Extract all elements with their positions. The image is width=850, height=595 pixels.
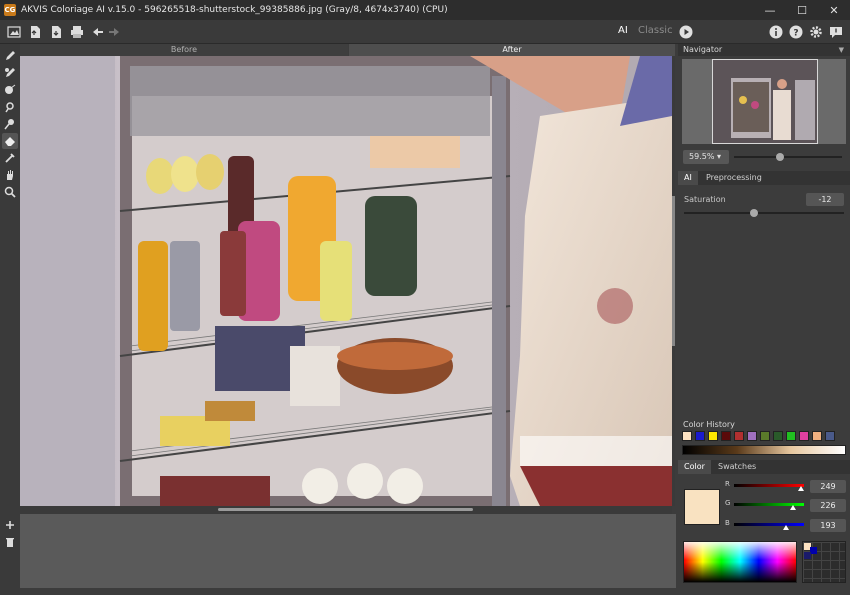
svg-text:?: ?: [793, 29, 798, 39]
vertical-scroll-thumb[interactable]: [672, 196, 675, 346]
green-slider-handle[interactable]: [790, 505, 796, 510]
tool-strip: [0, 44, 20, 595]
green-value-field[interactable]: 226: [810, 499, 846, 512]
title-bar: CG AKVIS Coloriage AI v.15.0 - 596265518…: [0, 0, 850, 20]
zoom-slider[interactable]: [734, 156, 842, 158]
red-value-field[interactable]: 249: [810, 480, 846, 493]
tab-color[interactable]: Color: [678, 460, 711, 474]
open-file-icon[interactable]: [27, 24, 43, 40]
color-history-swatch[interactable]: [708, 431, 718, 441]
grid-swatch[interactable]: [810, 547, 817, 554]
minimize-button[interactable]: —: [754, 0, 786, 20]
tab-after[interactable]: After: [349, 44, 675, 56]
feedback-icon[interactable]: [828, 24, 844, 40]
saturation-slider-handle[interactable]: [750, 209, 758, 217]
color-history-swatch[interactable]: [773, 431, 783, 441]
colorized-photo: [20, 56, 672, 506]
undo-icon[interactable]: [90, 24, 106, 40]
custom-swatch-grid[interactable]: [802, 541, 846, 583]
image-canvas[interactable]: [20, 56, 672, 506]
run-icon[interactable]: [678, 24, 694, 40]
green-channel-label: G: [725, 499, 731, 507]
tab-before[interactable]: Before: [20, 44, 348, 56]
right-panel: Navigator ▼ 59.5% ▾ AI Preprocessing Sat…: [678, 44, 850, 595]
maximize-button[interactable]: ☐: [786, 0, 818, 20]
color-history-swatch[interactable]: [825, 431, 835, 441]
saturation-label: Saturation: [684, 195, 726, 204]
color-tabs: Color Swatches: [678, 460, 850, 474]
mode-classic-tab[interactable]: Classic: [638, 25, 673, 36]
hand-icon[interactable]: [2, 167, 18, 183]
image-open-icon[interactable]: [6, 24, 22, 40]
settings-tabs: AI Preprocessing: [678, 171, 850, 185]
navigator-preview[interactable]: [682, 59, 846, 144]
current-color-preview[interactable]: [684, 489, 720, 525]
print-icon[interactable]: [69, 24, 85, 40]
color-history-swatch[interactable]: [734, 431, 744, 441]
navigator-thumbnail: [713, 60, 817, 143]
color-picker-icon[interactable]: [2, 116, 18, 132]
blue-channel-label: B: [725, 519, 730, 527]
keep-color-pencil-icon[interactable]: [2, 65, 18, 81]
saturation-value-field[interactable]: -12: [806, 193, 844, 206]
color-history-swatches: [682, 431, 838, 441]
add-plus-icon[interactable]: [2, 517, 18, 533]
blue-channel-slider[interactable]: [734, 523, 804, 526]
color-gradient-bar[interactable]: [682, 445, 846, 455]
tab-preprocessing[interactable]: Preprocessing: [700, 171, 768, 185]
main-toolbar: AI Classic ?: [0, 20, 850, 44]
chameleon-brush-icon[interactable]: [2, 82, 18, 98]
horizontal-scrollbar[interactable]: [20, 506, 672, 514]
eyedropper-icon[interactable]: [2, 150, 18, 166]
color-history-swatch[interactable]: [682, 431, 692, 441]
color-history-swatch[interactable]: [760, 431, 770, 441]
tab-swatches[interactable]: Swatches: [712, 460, 762, 474]
color-history-swatch[interactable]: [721, 431, 731, 441]
window-title: AKVIS Coloriage AI v.15.0 - 596265518-sh…: [21, 5, 448, 15]
blue-slider-handle[interactable]: [783, 525, 789, 530]
color-history-swatch[interactable]: [695, 431, 705, 441]
navigator-title: Navigator: [683, 45, 723, 54]
stroke-list-area[interactable]: [20, 514, 676, 588]
color-history-swatch[interactable]: [799, 431, 809, 441]
color-pencil-icon[interactable]: [2, 48, 18, 64]
info-icon[interactable]: [768, 24, 784, 40]
tab-ai[interactable]: AI: [678, 171, 698, 185]
red-channel-label: R: [725, 480, 730, 488]
grid-swatch[interactable]: [804, 552, 811, 559]
red-channel-slider[interactable]: [734, 484, 804, 487]
color-spectrum-picker[interactable]: [683, 541, 797, 583]
save-file-icon[interactable]: [48, 24, 64, 40]
blue-value-field[interactable]: 193: [810, 519, 846, 532]
navigator-header: Navigator ▼: [678, 44, 850, 56]
horizontal-scroll-thumb[interactable]: [218, 508, 473, 511]
collapse-icon[interactable]: ▼: [839, 44, 844, 56]
eraser-icon[interactable]: [2, 133, 18, 149]
close-button[interactable]: ✕: [818, 0, 850, 20]
color-history-swatch[interactable]: [786, 431, 796, 441]
zoom-slider-handle[interactable]: [776, 153, 784, 161]
help-icon[interactable]: ?: [788, 24, 804, 40]
zoom-dropdown[interactable]: 59.5% ▾: [683, 150, 729, 164]
color-history-swatch[interactable]: [812, 431, 822, 441]
trash-icon[interactable]: [2, 534, 18, 550]
color-history-swatch[interactable]: [747, 431, 757, 441]
app-logo-icon: CG: [4, 4, 16, 16]
color-history-title: Color History: [683, 420, 735, 429]
red-slider-handle[interactable]: [798, 486, 804, 491]
settings-gear-icon[interactable]: [808, 24, 824, 40]
redo-icon[interactable]: [106, 24, 122, 40]
magic-wand-icon[interactable]: [2, 99, 18, 115]
zoom-icon[interactable]: [2, 184, 18, 200]
mode-ai-tab[interactable]: AI: [618, 25, 628, 36]
navigator-viewport[interactable]: [712, 59, 818, 144]
saturation-slider[interactable]: [684, 212, 844, 214]
vertical-scrollbar[interactable]: [672, 56, 675, 506]
